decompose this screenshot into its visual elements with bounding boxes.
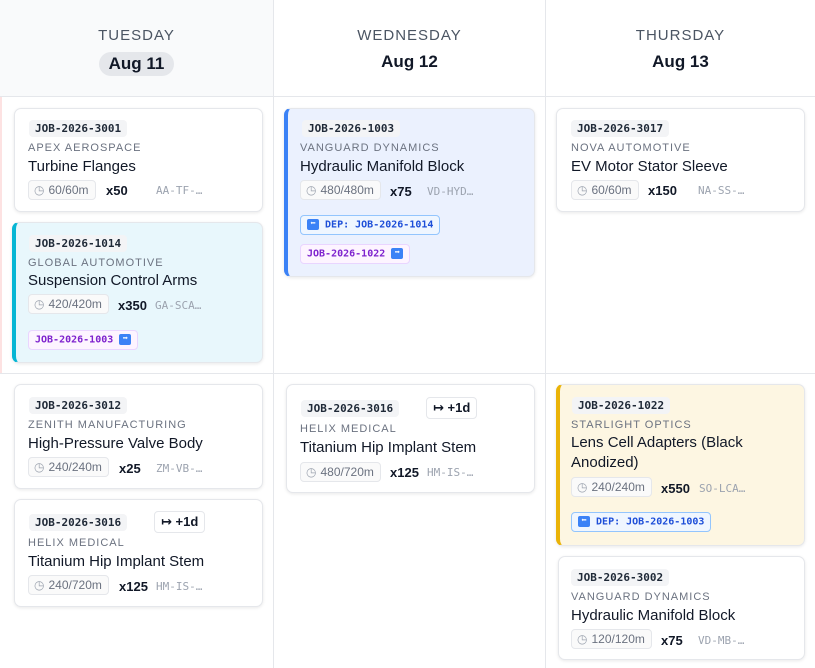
- quantity: x125: [119, 579, 148, 594]
- clock-icon: ◷: [577, 480, 588, 494]
- duration-badge: ◷ 480/720m: [300, 462, 381, 482]
- job-card[interactable]: JOB-2026-3001 APEX AEROSPACE Turbine Fla…: [14, 108, 263, 212]
- duration-badge: ◷ 240/720m: [28, 575, 109, 595]
- arrow-left-icon: ⬅: [578, 516, 590, 527]
- job-id: JOB-2026-3002: [571, 569, 670, 586]
- customer-name: HELIX MEDICAL: [300, 423, 397, 435]
- duration-badge: ◷ 480/480m: [300, 180, 381, 200]
- job-title: Hydraulic Manifold Block: [571, 607, 736, 624]
- job-id: JOB-2026-3016: [301, 400, 400, 417]
- customer-name: NOVA AUTOMOTIVE: [571, 142, 691, 154]
- job-title: High-Pressure Valve Body: [28, 435, 203, 452]
- duration-badge: ◷ 120/120m: [571, 629, 652, 649]
- job-card[interactable]: JOB-2026-3016 ↦ +1d HELIX MEDICAL Titani…: [14, 499, 263, 607]
- day-date: Aug 12: [381, 52, 438, 71]
- job-card[interactable]: JOB-2026-3016 ↦ +1d HELIX MEDICAL Titani…: [286, 384, 535, 493]
- job-id: JOB-2026-3017: [571, 120, 670, 137]
- dependency-link[interactable]: ⬅ DEP: JOB-2026-1003: [571, 512, 712, 532]
- duration-badge: ◷ 420/420m: [28, 294, 109, 314]
- part-number: HM-IS-…: [427, 466, 474, 479]
- quantity: x550: [661, 481, 690, 496]
- job-id: JOB-2026-3001: [29, 120, 128, 137]
- day-date-today: Aug 11: [98, 52, 175, 76]
- quantity: x50: [106, 183, 128, 198]
- part-number: ZM-VB-…: [156, 462, 203, 475]
- job-card[interactable]: JOB-2026-1022 STARLIGHT OPTICS Lens Cell…: [556, 384, 805, 546]
- column-divider: [545, 0, 546, 668]
- shift-right-icon: ↦: [433, 400, 444, 415]
- quantity: x75: [390, 184, 412, 199]
- dependency-link[interactable]: ⬅ DEP: JOB-2026-1014: [300, 215, 441, 235]
- job-id: JOB-2026-1003: [302, 120, 401, 137]
- job-card[interactable]: JOB-2026-3012 ZENITH MANUFACTURING High-…: [14, 384, 263, 489]
- job-card[interactable]: JOB-2026-3002 VANGUARD DYNAMICS Hydrauli…: [558, 556, 805, 660]
- clock-icon: ◷: [577, 632, 588, 646]
- arrow-right-icon: ➡: [119, 334, 132, 345]
- arrow-right-icon: ➡: [391, 248, 404, 259]
- day-header-wednesday: WEDNESDAY Aug 12: [274, 0, 545, 97]
- duration-badge: ◷ 240/240m: [571, 477, 652, 497]
- job-id: JOB-2026-1014: [29, 235, 128, 252]
- part-number: AA-TF-…: [156, 184, 203, 197]
- part-number: NA-SS-…: [698, 184, 745, 197]
- successor-link[interactable]: JOB-2026-1003 ➡: [28, 330, 139, 350]
- quantity: x350: [118, 298, 147, 313]
- job-id: JOB-2026-1022: [572, 397, 671, 414]
- quantity: x150: [648, 183, 677, 198]
- part-number: GA-SCA…: [155, 299, 202, 312]
- job-title: Titanium Hip Implant Stem: [28, 553, 205, 570]
- shift-right-icon: ↦: [161, 514, 172, 529]
- customer-name: APEX AEROSPACE: [28, 142, 142, 154]
- job-id: JOB-2026-3016: [29, 514, 128, 531]
- today-marker: [0, 97, 2, 373]
- successor-link[interactable]: JOB-2026-1022 ➡: [300, 244, 411, 264]
- job-title: EV Motor Stator Sleeve: [571, 158, 728, 175]
- quantity: x125: [390, 465, 419, 480]
- job-card[interactable]: JOB-2026-1003 VANGUARD DYNAMICS Hydrauli…: [284, 108, 535, 277]
- customer-name: STARLIGHT OPTICS: [571, 419, 692, 431]
- clock-icon: ◷: [34, 460, 45, 474]
- job-title: Suspension Control Arms: [28, 272, 198, 289]
- part-number: SO-LCA…: [699, 482, 746, 495]
- customer-name: HELIX MEDICAL: [28, 537, 125, 549]
- quantity: x75: [661, 633, 683, 648]
- duration-badge: ◷ 60/60m: [571, 180, 639, 200]
- part-number: VD-MB-…: [698, 634, 745, 647]
- part-number: VD-HYD…: [427, 185, 474, 198]
- day-header-tuesday: TUESDAY Aug 11: [0, 0, 273, 97]
- day-header-thursday: THURSDAY Aug 13: [546, 0, 815, 97]
- job-id: JOB-2026-3012: [29, 397, 128, 414]
- job-title: Lens Cell Adapters (Black Anodized): [571, 434, 743, 471]
- clock-icon: ◷: [306, 183, 317, 197]
- job-card[interactable]: JOB-2026-3017 NOVA AUTOMOTIVE EV Motor S…: [556, 108, 805, 212]
- day-date: Aug 13: [652, 52, 709, 71]
- shift-badge: ↦ +1d: [426, 397, 478, 419]
- column-divider: [273, 0, 274, 668]
- arrow-left-icon: ⬅: [307, 219, 319, 230]
- day-name: THURSDAY: [635, 27, 726, 44]
- customer-name: GLOBAL AUTOMOTIVE: [28, 257, 164, 269]
- clock-icon: ◷: [577, 183, 588, 197]
- job-card[interactable]: JOB-2026-1014 GLOBAL AUTOMOTIVE Suspensi…: [12, 222, 263, 363]
- customer-name: VANGUARD DYNAMICS: [300, 142, 440, 154]
- job-title: Hydraulic Manifold Block: [300, 158, 465, 175]
- duration-badge: ◷ 60/60m: [28, 180, 96, 200]
- part-number: HM-IS-…: [156, 580, 203, 593]
- clock-icon: ◷: [34, 183, 45, 197]
- customer-name: ZENITH MANUFACTURING: [28, 419, 187, 431]
- day-name: TUESDAY: [98, 27, 175, 44]
- clock-icon: ◷: [34, 578, 45, 592]
- customer-name: VANGUARD DYNAMICS: [571, 591, 711, 603]
- duration-badge: ◷ 240/240m: [28, 457, 109, 477]
- shift-badge: ↦ +1d: [154, 511, 206, 533]
- quantity: x25: [119, 461, 141, 476]
- row-divider: [0, 373, 815, 374]
- job-title: Titanium Hip Implant Stem: [300, 439, 477, 456]
- clock-icon: ◷: [34, 297, 45, 311]
- job-title: Turbine Flanges: [28, 158, 136, 175]
- day-name: WEDNESDAY: [357, 27, 462, 44]
- clock-icon: ◷: [306, 465, 317, 479]
